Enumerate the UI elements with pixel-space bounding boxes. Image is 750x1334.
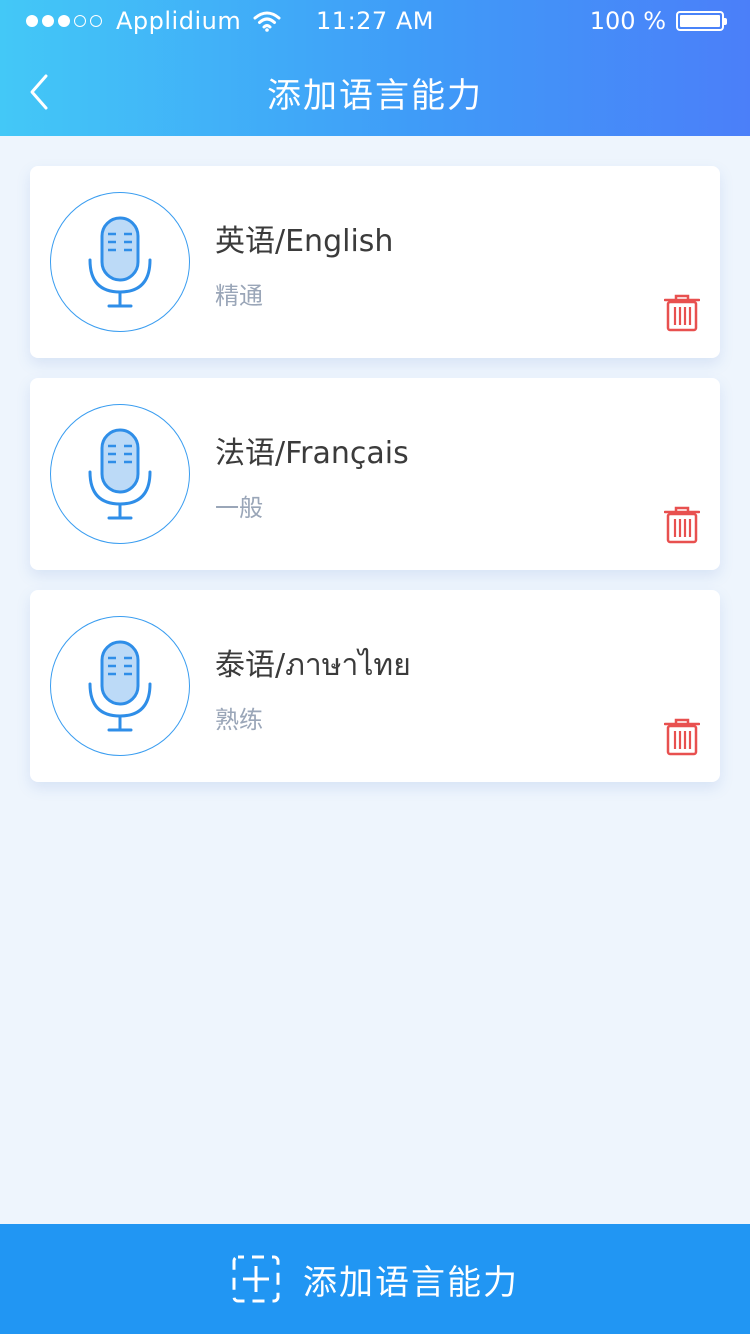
language-name: 英语/English xyxy=(215,224,394,259)
proficiency-level: 熟练 xyxy=(215,706,263,734)
language-avatar xyxy=(50,616,190,756)
trash-icon[interactable] xyxy=(664,506,700,544)
header: Applidium 11:27 AM 100 % 添加语言能力 xyxy=(0,0,750,136)
microphone-icon xyxy=(88,216,152,308)
proficiency-level: 一般 xyxy=(215,494,263,522)
language-card[interactable]: 法语/Français 一般 xyxy=(30,378,720,570)
proficiency-level: 精通 xyxy=(215,282,263,310)
add-frame-icon xyxy=(232,1255,280,1303)
page-title: 添加语言能力 xyxy=(267,76,483,116)
add-language-button[interactable]: 添加语言能力 xyxy=(0,1224,750,1334)
trash-icon[interactable] xyxy=(664,718,700,756)
language-avatar xyxy=(50,192,190,332)
microphone-icon xyxy=(88,640,152,732)
navigation-bar: 添加语言能力 xyxy=(0,44,750,136)
battery-percentage: 100 % xyxy=(589,7,666,35)
language-name: 法语/Français xyxy=(215,436,409,471)
language-card[interactable]: 泰语/ภาษาไทย 熟练 xyxy=(30,590,720,782)
battery-icon xyxy=(676,11,727,31)
status-bar: Applidium 11:27 AM 100 % xyxy=(0,0,750,44)
language-card[interactable]: 英语/English 精通 xyxy=(30,166,720,358)
status-right: 100 % xyxy=(589,7,727,35)
language-list: 英语/English 精通 法语/Français 一般 泰语/ภาษาไทย … xyxy=(30,166,720,802)
language-name: 泰语/ภาษาไทย xyxy=(215,648,411,683)
add-language-label: 添加语言能力 xyxy=(303,1262,519,1303)
microphone-icon xyxy=(88,428,152,520)
language-avatar xyxy=(50,404,190,544)
trash-icon[interactable] xyxy=(664,294,700,332)
